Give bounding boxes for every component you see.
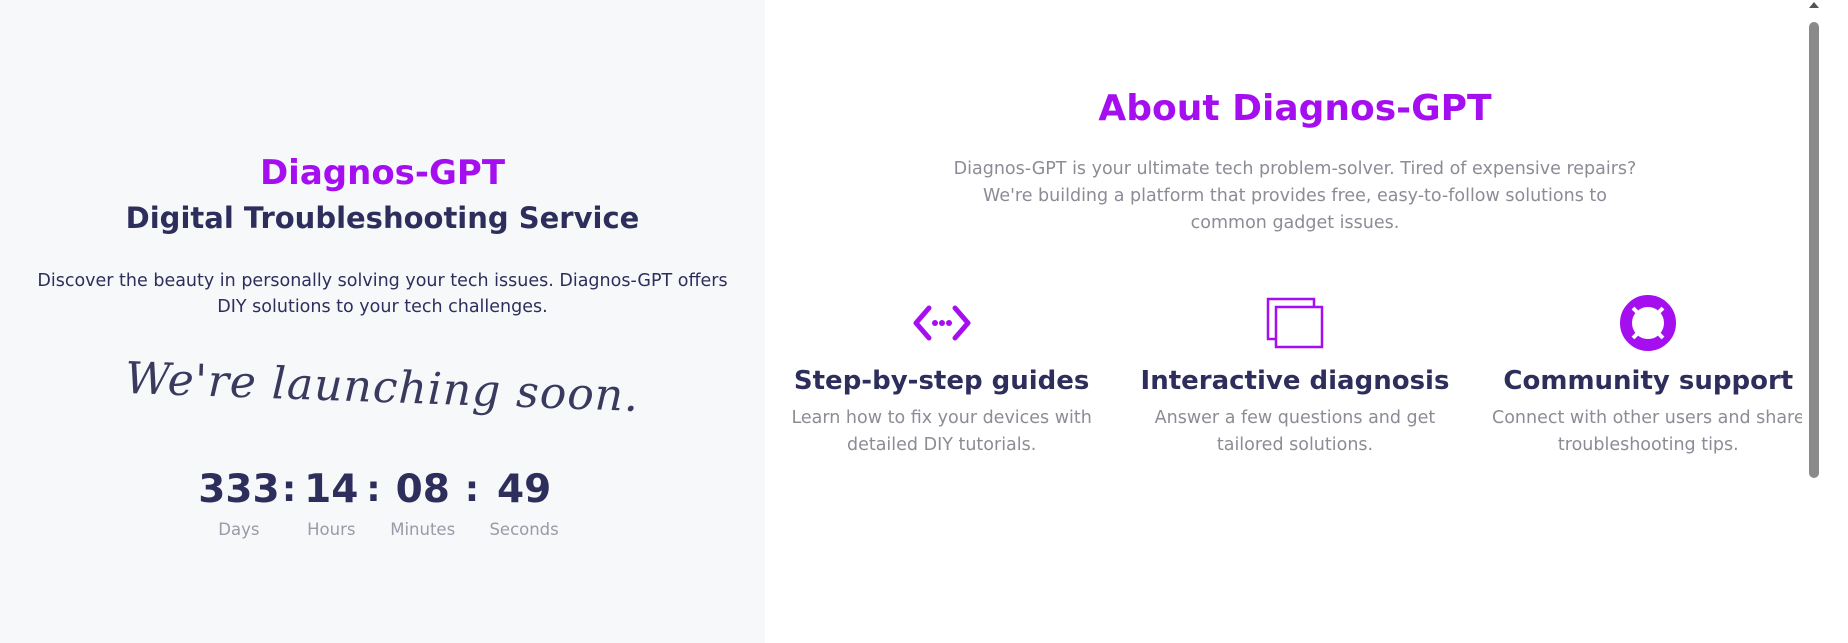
countdown-separator: : xyxy=(464,469,480,510)
countdown-seconds: 49 Seconds xyxy=(485,466,563,539)
countdown-days-value: 333 xyxy=(198,467,280,512)
scroll-up-arrow-icon[interactable] xyxy=(1809,2,1819,8)
countdown-hours-value: 14 xyxy=(304,467,359,512)
countdown-days: 333 Days xyxy=(198,466,279,539)
brand-title: Diagnos-GPT xyxy=(259,153,506,193)
features-list: Step-by-step guides Learn how to fix you… xyxy=(765,293,1825,459)
service-subtitle: Digital Troubleshooting Service xyxy=(125,201,640,235)
feature-community-support: Community support Connect with other use… xyxy=(1472,293,1825,459)
countdown-minutes-label: Minutes xyxy=(390,520,456,539)
hero-panel: Diagnos-GPT Digital Troubleshooting Serv… xyxy=(0,0,765,643)
feature-title: Interactive diagnosis xyxy=(1140,366,1450,396)
countdown-hours-label: Hours xyxy=(307,520,356,539)
launching-soon-text: We're launching soon. xyxy=(124,353,641,422)
vertical-scrollbar[interactable] xyxy=(1802,0,1825,643)
lifebuoy-icon xyxy=(1618,293,1678,353)
countdown: 333 Days : 14 Hours : 08 Minutes : 49 Se… xyxy=(198,466,563,539)
feature-desc: Learn how to fix your devices with detai… xyxy=(791,408,1092,455)
countdown-seconds-value: 49 xyxy=(496,467,552,512)
countdown-hours: 14 Hours xyxy=(302,466,360,539)
about-text: Diagnos-GPT is your ultimate tech proble… xyxy=(953,159,1637,233)
about-title: About Diagnos-GPT xyxy=(1098,88,1492,129)
page: Diagnos-GPT Digital Troubleshooting Serv… xyxy=(0,0,1848,643)
countdown-minutes-value: 08 xyxy=(395,467,450,512)
countdown-separator: : xyxy=(281,469,297,510)
countdown-seconds-label: Seconds xyxy=(489,520,559,539)
countdown-days-label: Days xyxy=(218,520,260,539)
about-panel: About Diagnos-GPT Diagnos-GPT is your ul… xyxy=(765,0,1825,643)
windows-stack-icon xyxy=(1265,293,1325,353)
feature-title: Community support xyxy=(1503,366,1794,396)
countdown-separator: : xyxy=(366,469,381,510)
intro-text: Discover the beauty in personally solvin… xyxy=(37,271,728,317)
feature-interactive-diagnosis: Interactive diagnosis Answer a few quest… xyxy=(1118,293,1471,459)
scroll-thumb[interactable] xyxy=(1809,22,1819,478)
feature-title: Step-by-step guides xyxy=(793,366,1090,396)
feature-step-by-step: Step-by-step guides Learn how to fix you… xyxy=(765,293,1118,459)
countdown-minutes: 08 Minutes xyxy=(387,466,459,539)
code-arrows-icon xyxy=(912,293,972,353)
feature-desc: Answer a few questions and get tailored … xyxy=(1154,408,1436,455)
feature-desc: Connect with other users and share troub… xyxy=(1491,408,1805,455)
